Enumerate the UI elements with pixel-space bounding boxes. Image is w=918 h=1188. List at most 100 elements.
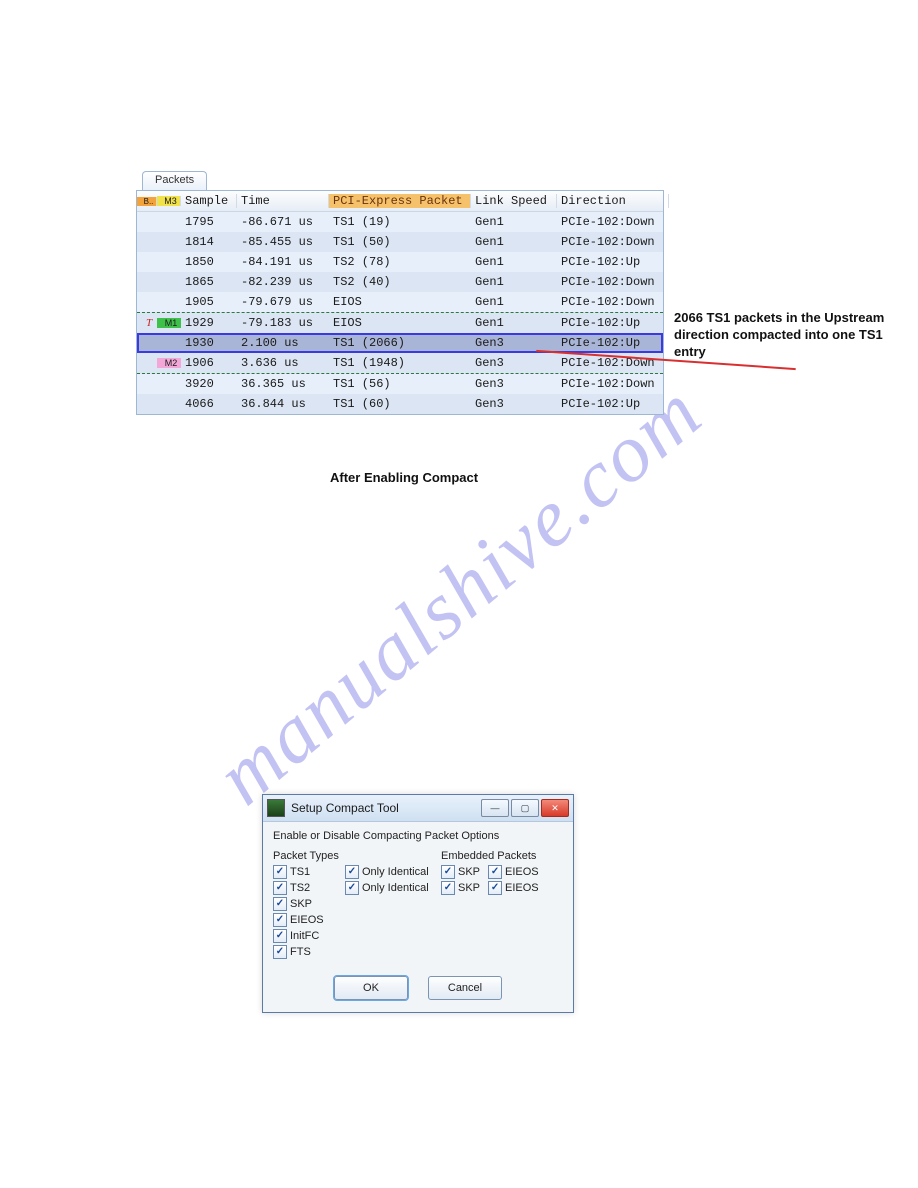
label-emb-skp-1: SKP xyxy=(458,864,480,880)
label-emb-skp-2: SKP xyxy=(458,880,480,896)
cell-dir: PCIe-102:Up xyxy=(557,316,669,330)
checkbox-only-identical-1[interactable]: ✓ xyxy=(345,865,359,879)
cell-dir: PCIe-102:Down xyxy=(557,275,669,289)
cell-time: -85.455 us xyxy=(237,235,329,249)
cell-speed: Gen3 xyxy=(471,356,557,370)
cell-sample: 1930 xyxy=(181,336,237,350)
cell-sample: 4066 xyxy=(181,397,237,411)
cell-sample: 3920 xyxy=(181,377,237,391)
setup-compact-dialog: Setup Compact Tool — ▢ ✕ Enable or Disab… xyxy=(262,794,574,1013)
table-row[interactable]: 392036.365 usTS1 (56)Gen3PCIe-102:Down xyxy=(137,374,663,394)
table-row[interactable]: 1850-84.191 usTS2 (78)Gen1PCIe-102:Up xyxy=(137,252,663,272)
checkbox-skp[interactable]: ✓ xyxy=(273,897,287,911)
label-ts2: TS2 xyxy=(290,880,310,896)
cell-sample: 1905 xyxy=(181,295,237,309)
label-ts1: TS1 xyxy=(290,864,310,880)
checkbox-ts1[interactable]: ✓ xyxy=(273,865,287,879)
checkbox-only-identical-2[interactable]: ✓ xyxy=(345,881,359,895)
dialog-titlebar[interactable]: Setup Compact Tool — ▢ ✕ xyxy=(263,795,573,822)
label-initfc: InitFC xyxy=(290,928,319,944)
table-row[interactable]: 1795-86.671 usTS1 (19)Gen1PCIe-102:Down xyxy=(137,212,663,232)
table-row[interactable]: 406636.844 usTS1 (60)Gen3PCIe-102:Up xyxy=(137,394,663,414)
trigger-flag-icon: T xyxy=(137,317,157,329)
cell-dir: PCIe-102:Down xyxy=(557,235,669,249)
checkbox-emb-skp-2[interactable]: ✓ xyxy=(441,881,455,895)
cell-sample: 1814 xyxy=(181,235,237,249)
table-row[interactable]: 1905-79.679 usEIOSGen1PCIe-102:Down xyxy=(137,292,663,312)
label-only-identical-2: Only Identical xyxy=(362,880,429,896)
cell-time: 36.365 us xyxy=(237,377,329,391)
col-sample[interactable]: Sample xyxy=(181,194,237,208)
cell-packet: TS1 (2066) xyxy=(329,336,471,350)
cell-time: -82.239 us xyxy=(237,275,329,289)
cell-time: 2.100 us xyxy=(237,336,329,350)
cell-packet: TS2 (40) xyxy=(329,275,471,289)
cell-packet: TS1 (50) xyxy=(329,235,471,249)
col-speed[interactable]: Link Speed xyxy=(471,194,557,208)
cell-time: -79.679 us xyxy=(237,295,329,309)
cell-packet: EIOS xyxy=(329,316,471,330)
cell-speed: Gen3 xyxy=(471,377,557,391)
cell-packet: TS1 (19) xyxy=(329,215,471,229)
cell-dir: PCIe-102:Down xyxy=(557,215,669,229)
cell-packet: EIOS xyxy=(329,295,471,309)
cancel-button[interactable]: Cancel xyxy=(428,976,502,1000)
checkbox-emb-eieos-2[interactable]: ✓ xyxy=(488,881,502,895)
marker-m1: M1 xyxy=(157,318,181,328)
cell-sample: 1795 xyxy=(181,215,237,229)
checkbox-ts2[interactable]: ✓ xyxy=(273,881,287,895)
cell-dir: PCIe-102:Down xyxy=(557,295,669,309)
checkbox-eieos[interactable]: ✓ xyxy=(273,913,287,927)
label-eieos: EIEOS xyxy=(290,912,324,928)
table-row[interactable]: 19302.100 usTS1 (2066)Gen3PCIe-102:Up xyxy=(137,333,663,353)
table-row[interactable]: TM11929-79.183 usEIOSGen1PCIe-102:Up xyxy=(137,312,663,333)
cell-packet: TS1 (60) xyxy=(329,397,471,411)
label-only-identical-1: Only Identical xyxy=(362,864,429,880)
label-emb-eieos-2: EIEOS xyxy=(505,880,539,896)
caption-after-compact: After Enabling Compact xyxy=(330,470,478,485)
ok-button[interactable]: OK xyxy=(334,976,408,1000)
col-m[interactable]: M3 xyxy=(157,196,181,206)
cell-dir: PCIe-102:Down xyxy=(557,377,669,391)
cell-dir: PCIe-102:Up xyxy=(557,255,669,269)
header-embedded-packets: Embedded Packets xyxy=(441,850,563,862)
header-packet-types: Packet Types xyxy=(273,850,345,862)
cell-speed: Gen1 xyxy=(471,235,557,249)
cell-time: -86.671 us xyxy=(237,215,329,229)
cell-speed: Gen1 xyxy=(471,295,557,309)
dialog-icon xyxy=(267,799,285,817)
col-packet[interactable]: PCI-Express Packet xyxy=(329,194,471,208)
tab-packets[interactable]: Packets xyxy=(142,171,207,190)
packets-grid: B.. M3 Sample Time PCI-Express Packet Li… xyxy=(136,190,664,415)
cell-dir: PCIe-102:Up xyxy=(557,397,669,411)
checkbox-emb-skp-1[interactable]: ✓ xyxy=(441,865,455,879)
cell-time: -79.183 us xyxy=(237,316,329,330)
packets-panel: Packets B.. M3 Sample Time PCI-Express P… xyxy=(136,170,664,415)
table-row[interactable]: M219063.636 usTS1 (1948)Gen3PCIe-102:Dow… xyxy=(137,353,663,374)
cell-sample: 1850 xyxy=(181,255,237,269)
grid-header: B.. M3 Sample Time PCI-Express Packet Li… xyxy=(137,191,663,212)
marker-m2: M2 xyxy=(157,358,181,368)
cell-speed: Gen3 xyxy=(471,397,557,411)
col-direction[interactable]: Direction xyxy=(557,194,669,208)
cell-sample: 1906 xyxy=(181,356,237,370)
close-button[interactable]: ✕ xyxy=(541,799,569,817)
cell-speed: Gen1 xyxy=(471,275,557,289)
minimize-button[interactable]: — xyxy=(481,799,509,817)
cell-sample: 1929 xyxy=(181,316,237,330)
checkbox-emb-eieos-1[interactable]: ✓ xyxy=(488,865,502,879)
cell-dir: PCIe-102:Up xyxy=(557,336,669,350)
col-b[interactable]: B.. xyxy=(137,197,157,206)
label-fts: FTS xyxy=(290,944,311,960)
col-time[interactable]: Time xyxy=(237,194,329,208)
checkbox-fts[interactable]: ✓ xyxy=(273,945,287,959)
cell-packet: TS1 (56) xyxy=(329,377,471,391)
table-row[interactable]: 1814-85.455 usTS1 (50)Gen1PCIe-102:Down xyxy=(137,232,663,252)
table-row[interactable]: 1865-82.239 usTS2 (40)Gen1PCIe-102:Down xyxy=(137,272,663,292)
cell-sample: 1865 xyxy=(181,275,237,289)
cell-speed: Gen1 xyxy=(471,215,557,229)
dialog-subtitle: Enable or Disable Compacting Packet Opti… xyxy=(273,830,563,842)
checkbox-initfc[interactable]: ✓ xyxy=(273,929,287,943)
cell-packet: TS1 (1948) xyxy=(329,356,471,370)
maximize-button[interactable]: ▢ xyxy=(511,799,539,817)
